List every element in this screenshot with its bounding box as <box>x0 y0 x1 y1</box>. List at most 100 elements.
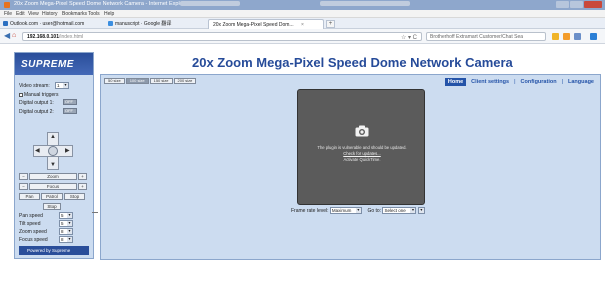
nav-client-settings[interactable]: Client settings <box>468 78 512 86</box>
pan-speed-select[interactable]: 5 <box>59 212 73 219</box>
pan-left-arrow-icon[interactable]: ◀ <box>35 148 40 154</box>
focus-near-button[interactable]: − <box>19 183 28 190</box>
focus-speed-select[interactable]: 8 <box>59 236 73 243</box>
menu-file[interactable]: File <box>4 11 12 17</box>
bookmark-label: manuscript · Google 翻译 <box>115 21 172 27</box>
focus-controls: − Focus + <box>19 183 87 190</box>
new-tab-button[interactable]: + <box>326 20 335 28</box>
zoom-speed-select[interactable]: 8 <box>59 228 73 235</box>
maximize-button[interactable] <box>570 1 583 8</box>
size-200-button[interactable]: 200 size <box>173 78 197 84</box>
pan-speed-label: Pan speed <box>19 213 43 219</box>
bookmark-translate[interactable]: manuscript · Google 翻译 <box>108 20 171 27</box>
menu-view[interactable]: View <box>28 11 39 17</box>
ptz-center-button[interactable] <box>48 146 58 156</box>
bookmark-label: Outlook.com · user@hotmail.com <box>10 20 85 27</box>
digital-output-2-label: Digital output 2: <box>19 109 54 115</box>
zoom-speed-label: Zoom speed <box>19 229 47 235</box>
addon-icon[interactable] <box>574 33 581 40</box>
tilt-up-arrow-icon[interactable]: ▲ <box>50 134 56 140</box>
page-title: 20x Zoom Mega-Pixel Speed Dome Network C… <box>192 55 513 70</box>
digital-output-2-toggle[interactable]: OFF <box>63 108 77 114</box>
video-stream-select[interactable]: 1 <box>55 82 69 89</box>
translate-icon <box>108 21 113 26</box>
menu-history[interactable]: History <box>42 11 58 17</box>
size-150-button[interactable]: 150 size <box>149 78 173 84</box>
close-window-button[interactable] <box>584 1 602 8</box>
manual-triggers-checkbox[interactable] <box>19 92 23 97</box>
ptz-control-pad: ▲ ▼ ◀ ▶ <box>25 132 81 170</box>
goto-button[interactable] <box>417 207 425 214</box>
menu-help[interactable]: Help <box>104 11 114 17</box>
camera-plugin-icon <box>355 125 369 137</box>
nav-separator: | <box>561 79 564 85</box>
url-host: 192.168.0.101 <box>27 34 59 40</box>
nav-configuration[interactable]: Configuration <box>518 78 560 86</box>
window-title: 20x Zoom Mega-Pixel Speed Dome Network C… <box>14 1 190 7</box>
tab-label: 20x Zoom Mega-Pixel Speed Dom... <box>213 22 294 28</box>
tab-camera[interactable]: 20x Zoom Mega-Pixel Speed Dom... × <box>208 19 324 29</box>
digital-output-1-toggle[interactable]: OFF <box>63 99 77 105</box>
main-panel: 50 size 100 size 150 size 200 size Home … <box>100 74 601 260</box>
download-icon[interactable] <box>552 33 559 40</box>
bookmark-outlook[interactable]: Outlook.com · user@hotmail.com <box>3 20 84 27</box>
digital-output-1-label: Digital output 1: <box>19 100 54 106</box>
mode-controls: Pan Patrol Stop <box>19 193 85 200</box>
nav-separator: | <box>514 79 516 85</box>
video-viewer[interactable]: The plugin is vulnerable and should be u… <box>297 89 425 205</box>
home-icon[interactable]: ⌂ <box>12 32 16 40</box>
minimize-button[interactable] <box>556 1 569 8</box>
zoom-controls: − Zoom + <box>19 173 87 180</box>
mail-icon <box>3 21 8 26</box>
logo-text: SUPREME <box>21 59 74 70</box>
focus-label: Focus <box>29 183 77 190</box>
tab-close-icon[interactable]: × <box>301 22 304 28</box>
patrol-button[interactable]: Patrol <box>41 193 63 200</box>
tilt-down-arrow-icon[interactable]: ▼ <box>50 162 56 168</box>
tilt-speed-label: Tilt speed <box>19 221 41 227</box>
frame-rate-select[interactable]: Maximum <box>329 207 362 214</box>
stop-button[interactable]: Stop <box>64 193 85 200</box>
menu-bookmarks[interactable]: Bookmarks <box>62 11 87 17</box>
top-navigation: Home Client settings | Configuration | L… <box>444 78 597 86</box>
address-bar[interactable]: 192.168.0.101/index.html ☆ ▾ C <box>22 32 422 41</box>
zoom-label: Zoom <box>29 173 77 180</box>
video-stream-label: Video stream: <box>19 83 50 89</box>
pan-right-arrow-icon[interactable]: ▶ <box>65 148 70 154</box>
browser-app-icon <box>4 2 10 8</box>
titlebar-blur <box>320 1 410 6</box>
frame-rate-label: Frame rate level: <box>291 207 329 214</box>
rss-icon[interactable] <box>563 33 570 40</box>
nav-language[interactable]: Language <box>565 78 597 86</box>
menu-edit[interactable]: Edit <box>16 11 25 17</box>
camera-page: SUPREME Video stream: 1 Manual triggers … <box>14 52 605 262</box>
page-empty-area <box>0 262 605 297</box>
manual-triggers-row: Manual triggers <box>19 92 58 98</box>
back-arrow-icon[interactable]: ◀ <box>4 32 10 40</box>
goto-label: Go to: <box>367 207 382 214</box>
search-input[interactable]: Brotherhoff Extramart Customer/Chat Sea <box>426 32 546 41</box>
navigation-bar: ◀ ⌂ 192.168.0.101/index.html ☆ ▾ C Broth… <box>0 29 605 44</box>
focus-far-button[interactable]: + <box>78 183 87 190</box>
view-size-buttons: 50 size 100 size 150 size 200 size <box>104 78 197 84</box>
size-100-button[interactable]: 100 size <box>125 78 149 84</box>
bookmarks-bar: Outlook.com · user@hotmail.com manuscrip… <box>0 18 605 29</box>
tilt-speed-select[interactable]: 5 <box>59 220 73 227</box>
brand-logo: SUPREME <box>15 53 93 75</box>
zoom-out-button[interactable]: − <box>19 173 28 180</box>
zoom-in-button[interactable]: + <box>78 173 87 180</box>
goto-select[interactable]: Select one <box>382 207 417 214</box>
home-position-button[interactable]: Stop <box>43 203 61 210</box>
plugin-message: The plugin is vulnerable and should be u… <box>298 145 426 163</box>
url-path: /index.html <box>58 34 84 40</box>
menu-bar: File Edit View History Bookmarks Tools H… <box>0 10 605 18</box>
size-50-button[interactable]: 50 size <box>104 78 125 84</box>
nav-home[interactable]: Home <box>444 78 467 86</box>
activate-quicktime-text[interactable]: Activate QuickTime. <box>298 157 426 163</box>
pan-button[interactable]: Pan <box>19 193 40 200</box>
control-sidebar: SUPREME Video stream: 1 Manual triggers … <box>14 52 94 259</box>
menu-icon[interactable] <box>590 33 597 40</box>
window-titlebar: 20x Zoom Mega-Pixel Speed Dome Network C… <box>0 0 605 10</box>
url-actions[interactable]: ☆ ▾ C <box>401 34 417 41</box>
menu-tools[interactable]: Tools <box>88 11 100 17</box>
